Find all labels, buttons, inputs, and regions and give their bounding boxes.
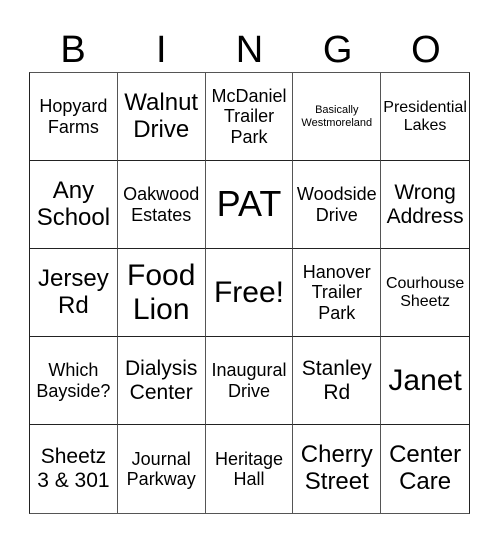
bingo-cell[interactable]: Stanley Rd [293, 337, 382, 425]
bingo-cell[interactable]: Inaugural Drive [205, 337, 294, 425]
bingo-cell[interactable]: Oakwood Estates [117, 161, 206, 249]
bingo-cell-label: Free! [213, 275, 284, 309]
bingo-cell[interactable]: Center Care [381, 425, 469, 513]
bingo-cell-label: Inaugural Drive [211, 360, 287, 401]
bingo-cell[interactable]: Hanover Trailer Park [293, 249, 382, 337]
header-letter-n: N [235, 29, 264, 71]
bingo-cell-label: Basically Westmoreland [301, 104, 373, 129]
bingo-card-grid: Hopyard Farms Walnut Drive McDaniel Traile… [29, 72, 470, 514]
bingo-cell[interactable]: Janet [381, 337, 469, 425]
bingo-cell-label: Jersey Rd [38, 264, 109, 319]
bingo-cell[interactable]: Journal Parkway [118, 425, 206, 513]
bingo-cell-label: Any School [36, 176, 111, 231]
bingo-cell-free-space[interactable]: Free! [205, 249, 294, 337]
header-letter-i: I [156, 29, 167, 71]
bingo-cell-label: Presidential Lakes [383, 98, 467, 134]
bingo-cell-label: Stanley Rd [301, 356, 372, 404]
bingo-cell-label: Courhouse Sheetz [385, 274, 465, 310]
bingo-cell-label: Walnut Drive [124, 88, 199, 143]
bingo-cell[interactable]: Presidential Lakes [381, 73, 469, 161]
bingo-cell-label: Oakwood Estates [123, 184, 200, 225]
bingo-cell-label: Wrong Address [386, 180, 464, 228]
bingo-cell-label: Journal Parkway [126, 448, 196, 489]
header-letter-b: B [60, 29, 86, 71]
header-letter-o: O [411, 29, 441, 71]
bingo-cell[interactable]: McDaniel Trailer Park [205, 73, 294, 161]
bingo-cell[interactable]: Hopyard Farms [30, 73, 118, 161]
bingo-cell-label: Food Lion [127, 258, 196, 326]
bingo-cell[interactable]: Heritage Hall [206, 425, 294, 513]
bingo-cell[interactable]: Wrong Address [381, 161, 469, 249]
bingo-cell-label: Cherry Street [300, 441, 373, 495]
bingo-cell-label: Dialysis Center [125, 356, 198, 404]
bingo-cell-label: Janet [388, 363, 462, 397]
bingo-cell[interactable]: Walnut Drive [117, 73, 206, 161]
bingo-header: B I N G O [29, 28, 470, 72]
bingo-cell[interactable]: Food Lion [117, 249, 206, 337]
bingo-cell[interactable]: Woodside Drive [293, 161, 382, 249]
bingo-cell[interactable]: PAT [205, 161, 294, 249]
bingo-cell-label: Heritage Hall [214, 448, 284, 489]
bingo-cell-label: McDaniel Trailer Park [211, 86, 287, 147]
header-letter-g: G [322, 29, 353, 71]
bingo-cell-label: Which Bayside? [36, 360, 111, 401]
bingo-cell[interactable]: Dialysis Center [117, 337, 206, 425]
bingo-cell-label: Sheetz 3 & 301 [37, 445, 110, 492]
bingo-cell[interactable]: Which Bayside? [30, 337, 118, 425]
bingo-cell[interactable]: Jersey Rd [30, 249, 118, 337]
bingo-cell[interactable]: Cherry Street [293, 425, 382, 513]
bingo-cell-label: Woodside Drive [296, 184, 377, 225]
bingo-cell[interactable]: Basically Westmoreland [293, 73, 382, 161]
bingo-cell[interactable]: Any School [30, 161, 118, 249]
bingo-cell-label: PAT [216, 183, 282, 225]
bingo-cell-label: Hanover Trailer Park [302, 262, 371, 323]
bingo-cell-label: Hopyard Farms [39, 96, 108, 137]
bingo-cell[interactable]: Courhouse Sheetz [381, 249, 469, 337]
bingo-cell-label: Center Care [389, 441, 462, 495]
bingo-cell[interactable]: Sheetz 3 & 301 [30, 425, 118, 513]
